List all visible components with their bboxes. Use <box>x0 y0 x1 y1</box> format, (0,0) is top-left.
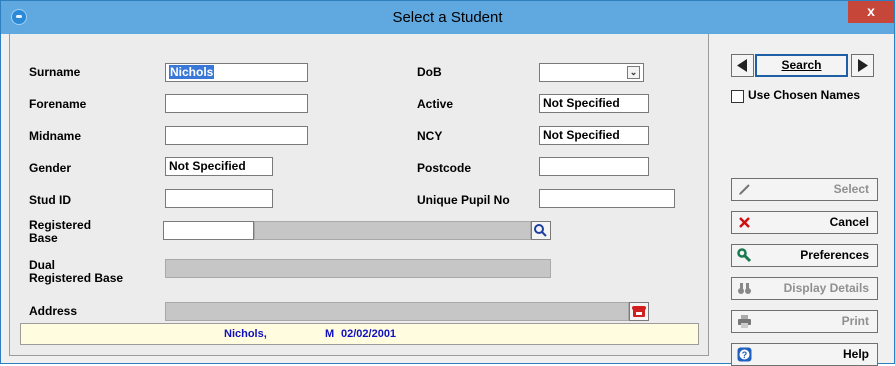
base-lookup-button[interactable] <box>531 221 551 240</box>
binoculars-icon <box>738 283 751 294</box>
address-label: Address <box>29 304 78 318</box>
x-icon <box>739 217 750 228</box>
surname-label: Surname <box>29 65 81 79</box>
status-gender: M <box>325 328 335 340</box>
help-button[interactable]: ? Help <box>731 343 878 366</box>
stud-id-label: Stud ID <box>29 193 71 207</box>
arrow-right-icon <box>858 59 868 72</box>
forename-input[interactable] <box>165 94 308 113</box>
midname-label: Midname <box>29 129 82 143</box>
registered-base-label: Registered Base <box>29 219 91 245</box>
pencil-icon <box>739 184 750 195</box>
surname-input[interactable]: Nichols <box>165 63 308 82</box>
active-label: Active <box>417 97 454 111</box>
cancel-button-label: Cancel <box>829 215 869 229</box>
select-button[interactable]: Select <box>731 178 878 201</box>
dual-registered-base-field <box>165 259 551 278</box>
chevron-down-icon[interactable]: ⌄ <box>627 66 640 79</box>
dual-registered-base-label-line2: Registered Base <box>29 271 124 285</box>
close-button[interactable]: x <box>848 1 894 23</box>
gender-field[interactable]: Not Specified <box>165 157 273 176</box>
select-button-label: Select <box>833 182 869 196</box>
status-student-name: Nichols, <box>224 328 267 340</box>
upn-label: Unique Pupil No <box>417 193 510 207</box>
action-panel: Search Use Chosen Names Select Cancel Pr… <box>712 34 894 366</box>
wrench-icon <box>737 248 752 263</box>
registered-base-code-input[interactable] <box>163 221 254 240</box>
preferences-button-label: Preferences <box>800 248 869 262</box>
stud-id-input[interactable] <box>165 189 273 208</box>
address-field <box>165 302 629 321</box>
telephone-icon <box>632 306 646 317</box>
use-chosen-names-label: Use Chosen Names <box>748 88 861 102</box>
dual-registered-base-label: Dual Registered Base <box>29 259 123 285</box>
previous-button[interactable] <box>731 54 754 77</box>
midname-input[interactable] <box>165 126 308 145</box>
postcode-label: Postcode <box>417 161 472 175</box>
search-form: Surname Nichols Forename Midname Gender … <box>9 34 709 356</box>
status-dob: 02/02/2001 <box>341 328 397 340</box>
postcode-input[interactable] <box>539 157 649 176</box>
window-title: Select a Student <box>392 9 503 26</box>
status-bar: Nichols, M 02/02/2001 <box>20 323 699 345</box>
help-button-label: Help <box>842 347 869 361</box>
display-details-button-label: Display Details <box>783 281 869 295</box>
cancel-button[interactable]: Cancel <box>731 211 878 234</box>
registered-base-label-line2: Base <box>29 231 58 245</box>
display-details-button[interactable]: Display Details <box>731 277 878 300</box>
gender-label: Gender <box>29 161 72 175</box>
title-bar: Select a Student x <box>1 1 894 34</box>
printer-icon <box>738 315 751 328</box>
upn-input[interactable] <box>539 189 675 208</box>
svg-text:?: ? <box>742 350 748 360</box>
dob-dropdown[interactable]: ⌄ <box>539 63 644 82</box>
active-field[interactable]: Not Specified <box>539 94 649 113</box>
forename-label: Forename <box>29 97 87 111</box>
ncy-field[interactable]: Not Specified <box>539 126 649 145</box>
ncy-label: NCY <box>417 129 443 143</box>
search-button[interactable]: Search <box>755 54 848 77</box>
registered-base-name-field <box>254 221 531 240</box>
address-phone-button[interactable] <box>629 302 649 321</box>
dob-label: DoB <box>417 65 442 79</box>
print-button-label: Print <box>841 314 869 328</box>
magnifier-icon <box>534 224 547 237</box>
select-student-dialog: Select a Student x Surname Nichols Foren… <box>0 0 895 366</box>
arrow-left-icon <box>737 59 747 72</box>
question-icon: ? <box>737 347 752 362</box>
next-button[interactable] <box>851 54 874 77</box>
print-button[interactable]: Print <box>731 310 878 333</box>
preferences-button[interactable]: Preferences <box>731 244 878 267</box>
use-chosen-names-checkbox[interactable] <box>731 90 744 103</box>
